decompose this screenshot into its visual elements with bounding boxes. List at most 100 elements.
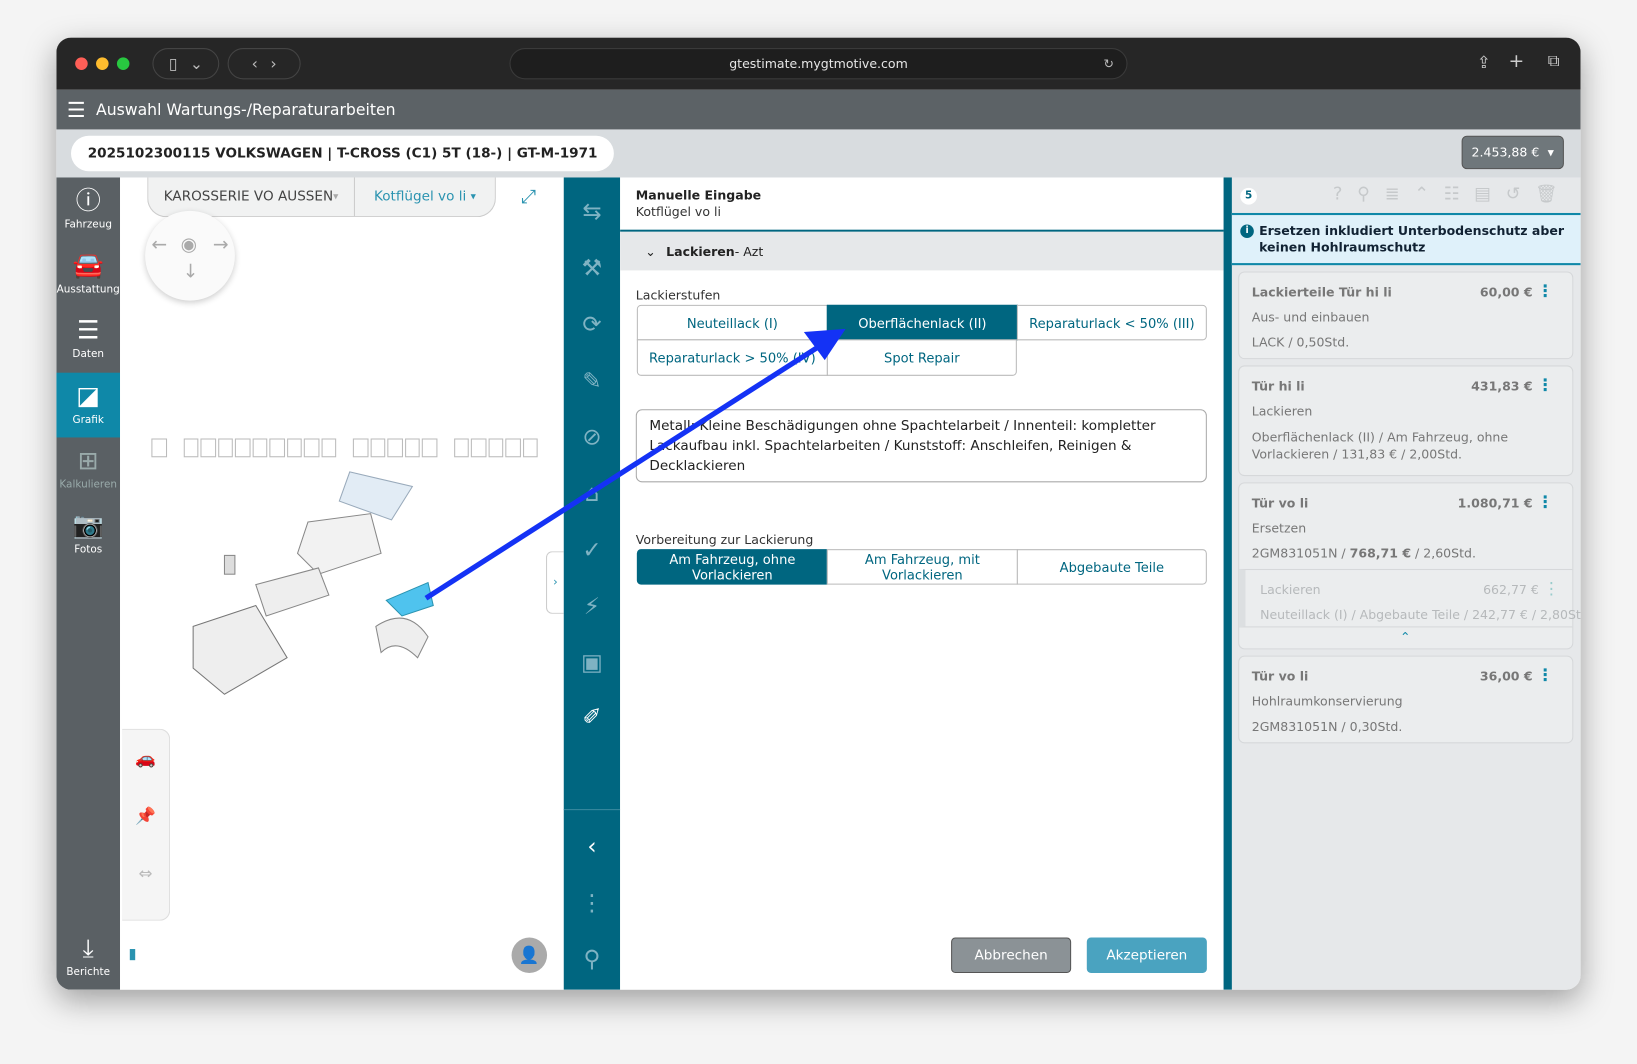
estimate-item[interactable]: Tür hi li 431,83 € ⋮ Lackieren Oberfläch…: [1238, 365, 1574, 477]
car-view-icon[interactable]: 🚗: [122, 749, 169, 769]
remove-install-icon[interactable]: ⟳: [564, 305, 620, 347]
part-thumbnail[interactable]: [252, 438, 268, 458]
part-thumbnail[interactable]: [453, 438, 469, 458]
paint-gun-icon[interactable]: ✎: [564, 361, 620, 403]
sidebar-item-fahrzeug[interactable]: ⓘ Fahrzeug: [56, 177, 120, 242]
exploded-parts-diagram[interactable]: [151, 459, 496, 741]
share-icon[interactable]: ⇪: [1477, 52, 1491, 72]
undo-icon[interactable]: ↺: [1506, 184, 1521, 205]
cavity-icon[interactable]: ⚡: [564, 587, 620, 629]
sub-item-menu-icon[interactable]: ⋮: [1543, 578, 1560, 598]
estimate-item[interactable]: Tür vo li 1.080,71 € ⋮ Ersetzen 2GM83105…: [1238, 482, 1581, 650]
replace-icon[interactable]: ⇆: [564, 192, 620, 234]
sliders-icon[interactable]: ☷: [1444, 184, 1460, 205]
part-thumbnail[interactable]: [286, 438, 302, 458]
expand-panel-handle[interactable]: ›: [546, 551, 564, 614]
part-dropdown[interactable]: Kotflügel vo li ▾: [355, 177, 495, 216]
part-thumbnail[interactable]: [151, 438, 167, 458]
part-thumbnail[interactable]: [505, 438, 521, 458]
maximize-window-button[interactable]: [116, 57, 130, 70]
collapse-icon[interactable]: ‹: [564, 827, 620, 869]
paint-level-reparaturlack-unter-50[interactable]: Reparaturlack < 50% (III): [1016, 304, 1207, 341]
group-dropdown[interactable]: KAROSSERIE VO AUSSEN ▾: [148, 177, 355, 217]
hamburger-menu-icon[interactable]: ☰: [67, 97, 86, 122]
estimate-item[interactable]: Tür vo li 36,00 € ⋮ Hohlraumkonservierun…: [1238, 655, 1574, 744]
part-thumbnail[interactable]: [421, 438, 437, 458]
reload-icon[interactable]: ↻: [1103, 56, 1114, 71]
paint-level-spot-repair[interactable]: Spot Repair: [826, 339, 1017, 376]
history-nav[interactable]: ‹ ›: [227, 48, 301, 80]
cancel-button[interactable]: Abbrechen: [951, 937, 1072, 974]
part-icon[interactable]: ▣: [564, 643, 620, 685]
prep-option-mit-vorlackieren[interactable]: Am Fahrzeug, mit Vorlackieren: [826, 549, 1018, 585]
legend-icon[interactable]: ▮: [128, 946, 136, 963]
repair-hammer-icon[interactable]: ⚒: [564, 248, 620, 290]
pin-icon[interactable]: 📌: [122, 806, 169, 826]
part-thumbnail[interactable]: [370, 438, 386, 458]
delete-icon[interactable]: 🗑: [1535, 184, 1558, 205]
arrow-left-icon[interactable]: ←: [151, 234, 167, 256]
part-thumbnail[interactable]: [217, 438, 233, 458]
forward-icon[interactable]: ›: [270, 54, 276, 73]
sub-item[interactable]: Lackieren 662,77 € ⋮ Neuteillack (I) / A…: [1239, 568, 1581, 628]
section-header-lackieren[interactable]: ⌄ Lackieren - Azt: [620, 231, 1224, 271]
sidebar-toggle-button[interactable]: ▯ ⌄: [152, 48, 220, 80]
sidebar-item-ausstattung[interactable]: 🚘 Ausstattung: [56, 242, 120, 307]
panel-divider[interactable]: [1223, 177, 1232, 990]
sidebar-item-kalkulieren[interactable]: ⊞ Kalkulieren: [56, 437, 120, 502]
print-icon[interactable]: ▤: [1474, 184, 1491, 205]
mirror-view-icon[interactable]: ⇔: [122, 863, 169, 883]
paint-level-reparaturlack-ueber-50[interactable]: Reparaturlack > 50% (IV): [636, 339, 828, 376]
more-options-icon[interactable]: ⋮: [564, 883, 620, 925]
close-window-button[interactable]: [75, 57, 88, 70]
part-thumbnail[interactable]: [352, 438, 369, 458]
part-thumbnail[interactable]: [404, 438, 420, 458]
address-bar[interactable]: gtestimate.mygtmotive.com ↻: [509, 48, 1128, 80]
new-tab-icon[interactable]: +: [1508, 50, 1524, 72]
collapse-chevron-up-icon[interactable]: ⌃: [1400, 630, 1411, 645]
prep-option-ohne-vorlackieren[interactable]: Am Fahrzeug, ohne Vorlackieren: [636, 549, 828, 585]
no-paint-icon[interactable]: ⊘: [564, 418, 620, 460]
chevron-up-icon[interactable]: ⌃: [1414, 184, 1429, 205]
check-icon[interactable]: ✓: [564, 530, 620, 572]
sidebar-item-fotos[interactable]: 📷 Fotos: [56, 502, 120, 567]
underbody-icon[interactable]: ⌂: [564, 474, 620, 516]
item-menu-icon[interactable]: ⋮: [1537, 281, 1554, 301]
search-part-icon[interactable]: ⚲: [1357, 184, 1370, 205]
item-menu-icon[interactable]: ⋮: [1537, 375, 1554, 395]
sidebar-item-berichte[interactable]: ⤓ Berichte: [56, 925, 120, 990]
part-thumbnail[interactable]: [387, 438, 403, 458]
item-menu-icon[interactable]: ⋮: [1537, 492, 1554, 512]
pan-control[interactable]: ← → ◉ ↓: [145, 210, 235, 301]
help-icon[interactable]: ?: [1333, 184, 1342, 205]
arrow-down-icon[interactable]: ↓: [183, 261, 199, 283]
part-thumbnail[interactable]: [488, 438, 504, 458]
paint-level-oberflaechenlack[interactable]: Oberflächenlack (II): [826, 304, 1018, 341]
part-thumbnail[interactable]: [200, 438, 216, 458]
search-icon[interactable]: ⚲: [564, 940, 620, 982]
estimate-item[interactable]: Lackierteile Tür hi li 60,00 € ⋮ Aus- un…: [1238, 271, 1574, 360]
part-thumbnail[interactable]: [303, 438, 319, 458]
user-notes-button[interactable]: 👤: [511, 937, 548, 974]
center-icon[interactable]: ◉: [181, 234, 197, 256]
part-thumbnail[interactable]: [234, 438, 251, 458]
manual-entry-icon[interactable]: ✐: [564, 697, 620, 739]
arrow-right-icon[interactable]: →: [213, 234, 229, 256]
part-thumbnail[interactable]: [321, 438, 337, 458]
fullscreen-icon[interactable]: ⤢: [521, 186, 536, 208]
filter-list-icon[interactable]: ≣: [1385, 184, 1400, 205]
sidebar-item-daten[interactable]: ☰ Daten: [56, 307, 120, 372]
paint-level-neuteillack[interactable]: Neuteillack (I): [636, 304, 828, 341]
tabs-overview-icon[interactable]: ⧉: [1548, 50, 1560, 71]
minimize-window-button[interactable]: [96, 57, 109, 70]
sidebar-item-grafik[interactable]: ◪ Grafik: [56, 372, 121, 438]
back-icon[interactable]: ‹: [252, 54, 258, 73]
total-price-dropdown[interactable]: 2.453,88 € ▾: [1461, 135, 1564, 170]
prep-option-abgebaute-teile[interactable]: Abgebaute Teile: [1016, 549, 1207, 585]
accept-button[interactable]: Akzeptieren: [1086, 937, 1207, 974]
part-thumbnail[interactable]: [183, 438, 199, 458]
item-menu-icon[interactable]: ⋮: [1537, 665, 1554, 685]
part-thumbnail[interactable]: [269, 438, 285, 458]
part-thumbnail[interactable]: [522, 438, 538, 458]
part-thumbnail[interactable]: [470, 438, 486, 458]
